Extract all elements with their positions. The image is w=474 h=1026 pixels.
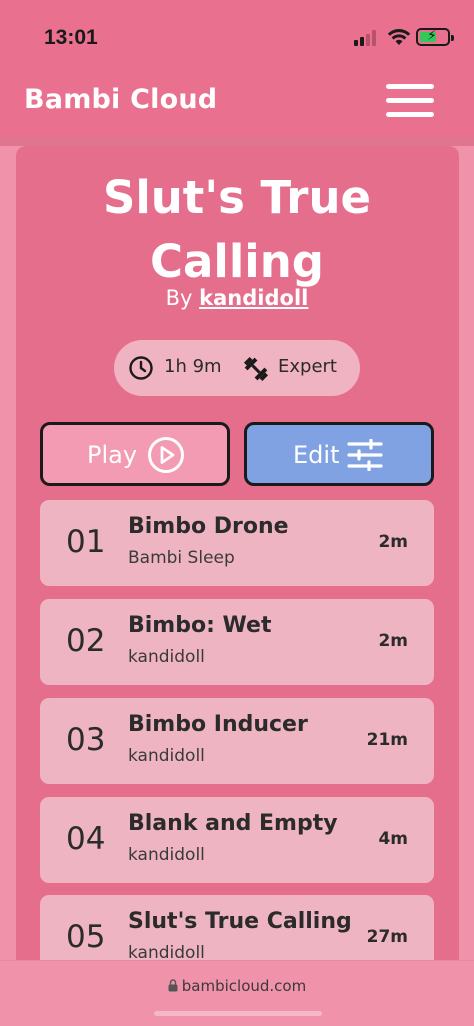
- by-label: By: [165, 286, 193, 310]
- track-title: Bimbo Inducer: [128, 712, 308, 737]
- page-title-line-2: Calling: [150, 235, 324, 288]
- track-title: Bimbo Drone: [128, 514, 289, 539]
- track-duration: 21m: [366, 730, 408, 750]
- track-duration: 2m: [378, 532, 408, 552]
- track-duration: 2m: [378, 631, 408, 651]
- header-divider: [0, 136, 474, 146]
- play-circle-icon: [148, 437, 184, 473]
- track-artist: kandidoll: [128, 845, 205, 865]
- play-button[interactable]: Play: [40, 422, 230, 486]
- track-duration: 27m: [366, 927, 408, 947]
- track-title: Bimbo: Wet: [128, 613, 272, 638]
- track-number: 01: [66, 524, 106, 560]
- clock-icon: [129, 356, 153, 380]
- app-header: Bambi Cloud: [0, 64, 474, 136]
- browser-url-bar[interactable]: bambicloud.com: [0, 960, 474, 1026]
- byline: By kandidoll: [0, 286, 474, 310]
- track-number: 05: [66, 919, 106, 955]
- track-title: Slut's True Calling: [128, 909, 352, 934]
- lock-icon: [168, 979, 178, 992]
- edit-button-label: Edit: [293, 441, 340, 469]
- sliders-icon: [347, 439, 383, 471]
- track-item[interactable]: 02 Bimbo: Wet kandidoll 2m: [40, 599, 434, 685]
- track-number: 03: [66, 722, 106, 758]
- menu-button[interactable]: [386, 82, 436, 118]
- hamburger-menu-icon: [386, 84, 434, 89]
- battery-icon: ⚡: [416, 28, 454, 46]
- page-title-line-1: Slut's True: [102, 171, 372, 224]
- meta-pill: 1h 9m Expert: [114, 340, 360, 396]
- track-artist: Bambi Sleep: [128, 548, 235, 568]
- track-item[interactable]: 04 Blank and Empty kandidoll 4m: [40, 797, 434, 883]
- status-time: 13:01: [44, 26, 98, 49]
- url-display: bambicloud.com: [0, 977, 474, 995]
- track-artist: kandidoll: [128, 647, 205, 667]
- cellular-signal-icon: [354, 30, 378, 46]
- play-button-label: Play: [87, 441, 138, 469]
- author-link[interactable]: kandidoll: [199, 286, 308, 310]
- track-duration: 4m: [378, 829, 408, 849]
- dumbbell-icon: [243, 356, 269, 382]
- track-title: Blank and Empty: [128, 811, 338, 836]
- track-artist: kandidoll: [128, 746, 205, 766]
- track-item[interactable]: 01 Bimbo Drone Bambi Sleep 2m: [40, 500, 434, 586]
- wifi-icon: [387, 29, 411, 45]
- edit-button[interactable]: Edit: [244, 422, 434, 486]
- track-item[interactable]: 03 Bimbo Inducer kandidoll 21m: [40, 698, 434, 784]
- track-number: 02: [66, 623, 106, 659]
- home-indicator[interactable]: [154, 1011, 322, 1016]
- brand-logo[interactable]: Bambi Cloud: [24, 84, 217, 115]
- track-number: 04: [66, 821, 106, 857]
- status-bar: 13:01 ⚡: [0, 0, 474, 64]
- difficulty-text: Expert: [278, 356, 337, 377]
- url-text: bambicloud.com: [181, 977, 307, 995]
- page-title: Slut's True Calling: [0, 166, 474, 294]
- duration-text: 1h 9m: [164, 356, 222, 377]
